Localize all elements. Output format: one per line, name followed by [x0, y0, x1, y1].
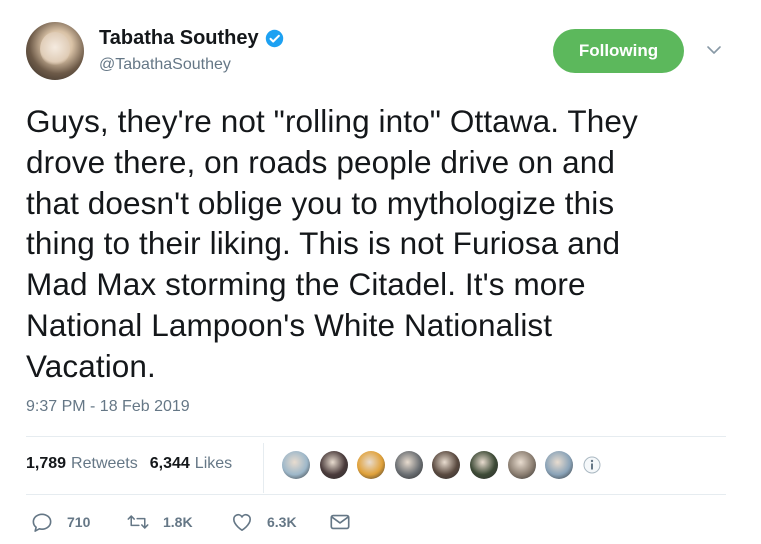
likes-label[interactable]: Likes: [195, 455, 232, 473]
divider: [26, 436, 726, 437]
chevron-down-icon[interactable]: [706, 44, 722, 56]
liker-avatar[interactable]: [469, 451, 498, 479]
heart-icon: [233, 513, 251, 531]
envelope-icon: [330, 514, 350, 530]
following-button[interactable]: Following: [553, 29, 684, 73]
liker-avatars: [282, 451, 601, 479]
retweets-count[interactable]: 1,789: [26, 455, 66, 473]
verified-badge-icon: [265, 29, 283, 48]
tweet-text: Guys, they're not "rolling into" Ottawa.…: [26, 103, 638, 384]
liker-avatar[interactable]: [394, 451, 423, 479]
liker-avatar[interactable]: [319, 451, 348, 479]
liker-avatar[interactable]: [432, 451, 461, 479]
author-avatar[interactable]: [26, 22, 84, 80]
liker-avatar[interactable]: [545, 451, 574, 479]
engagement-stats: 1,789 Retweets 6,344 Likes: [26, 455, 232, 473]
retweet-icon: [127, 515, 149, 529]
liker-avatar[interactable]: [507, 451, 536, 479]
author-name[interactable]: Tabatha Southey: [99, 27, 259, 50]
retweet-action-count: 1.8K: [163, 514, 193, 530]
liker-avatar[interactable]: [282, 451, 310, 479]
likes-count[interactable]: 6,344: [150, 455, 190, 473]
more-likers-icon[interactable]: [583, 456, 601, 474]
author-name-row: Tabatha Southey: [99, 27, 284, 50]
reply-count: 710: [67, 514, 91, 530]
divider: [26, 494, 726, 495]
reply-action[interactable]: 710: [31, 512, 127, 532]
retweet-action[interactable]: 1.8K: [127, 512, 231, 532]
liker-avatar[interactable]: [357, 451, 386, 479]
tweet-actions: 710 1.8K 6.3K: [31, 512, 351, 532]
tweet-timestamp[interactable]: 9:37 PM - 18 Feb 2019: [26, 398, 190, 416]
divider-vertical: [263, 443, 264, 493]
like-action-count: 6.3K: [267, 514, 297, 530]
retweets-label[interactable]: Retweets: [71, 455, 138, 473]
author-handle[interactable]: @TabathaSouthey: [99, 56, 231, 74]
direct-message-action[interactable]: [329, 512, 351, 532]
like-action[interactable]: 6.3K: [231, 512, 329, 532]
reply-icon: [32, 513, 52, 532]
